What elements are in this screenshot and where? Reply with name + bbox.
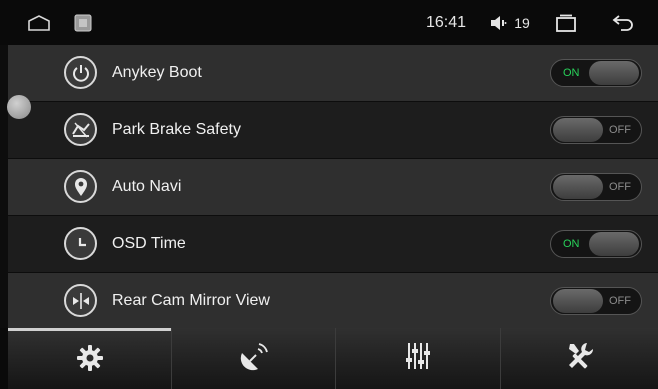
toggle-state: OFF <box>609 181 631 193</box>
toggle-state: OFF <box>609 295 631 307</box>
scroll-indicator[interactable] <box>7 95 31 119</box>
bottom-tab-bar <box>0 328 658 389</box>
rear-cam-mirror-view-toggle[interactable]: OFF <box>550 287 642 315</box>
toggle-knob <box>589 232 639 256</box>
setting-row-park-brake-safety[interactable]: Park Brake Safety OFF <box>8 102 658 158</box>
toggle-knob <box>553 175 603 199</box>
settings-list: Anykey Boot ON Park Brake Safety OFF Aut… <box>0 45 658 329</box>
back-icon[interactable] <box>608 0 638 45</box>
setting-label: Rear Cam Mirror View <box>112 292 270 309</box>
park-brake-safety-toggle[interactable]: OFF <box>550 116 642 144</box>
toggle-knob <box>553 118 603 142</box>
mirror-flip-icon <box>64 284 97 317</box>
clock-icon <box>64 227 97 260</box>
osd-time-toggle[interactable]: ON <box>550 230 642 258</box>
status-bar: 16:41 19 <box>0 0 658 45</box>
toggle-knob <box>553 289 603 313</box>
toggle-state: ON <box>563 67 580 79</box>
toggle-knob <box>589 61 639 85</box>
auto-navi-toggle[interactable]: OFF <box>550 173 642 201</box>
setting-row-osd-time[interactable]: OSD Time ON <box>8 216 658 272</box>
tab-general-settings[interactable] <box>8 328 171 389</box>
power-icon <box>64 56 97 89</box>
home-icon[interactable] <box>24 0 54 45</box>
park-brake-icon <box>64 113 97 146</box>
gear-icon <box>75 343 105 378</box>
location-pin-icon <box>64 170 97 203</box>
setting-label: OSD Time <box>112 235 186 252</box>
clock-time: 16:41 <box>425 13 467 31</box>
app-thumbnail-icon[interactable] <box>70 0 96 45</box>
satellite-dish-icon <box>238 341 270 376</box>
setting-row-auto-navi[interactable]: Auto Navi OFF <box>8 159 658 215</box>
toggle-state: ON <box>563 238 580 250</box>
recent-apps-icon[interactable] <box>552 0 580 45</box>
volume-level: 19 <box>514 14 530 31</box>
setting-row-rear-cam-mirror-view[interactable]: Rear Cam Mirror View OFF <box>8 273 658 329</box>
setting-label: Park Brake Safety <box>112 121 241 138</box>
setting-label: Anykey Boot <box>112 64 202 81</box>
setting-label: Auto Navi <box>112 178 182 195</box>
anykey-boot-toggle[interactable]: ON <box>550 59 642 87</box>
setting-row-anykey-boot[interactable]: Anykey Boot ON <box>8 45 658 101</box>
tab-tools[interactable] <box>500 328 658 389</box>
volume-icon[interactable] <box>486 0 510 45</box>
tab-audio-settings[interactable] <box>335 328 500 389</box>
tools-icon <box>565 341 595 376</box>
toggle-state: OFF <box>609 124 631 136</box>
equalizer-icon <box>404 341 432 376</box>
tab-gps-settings[interactable] <box>171 328 335 389</box>
